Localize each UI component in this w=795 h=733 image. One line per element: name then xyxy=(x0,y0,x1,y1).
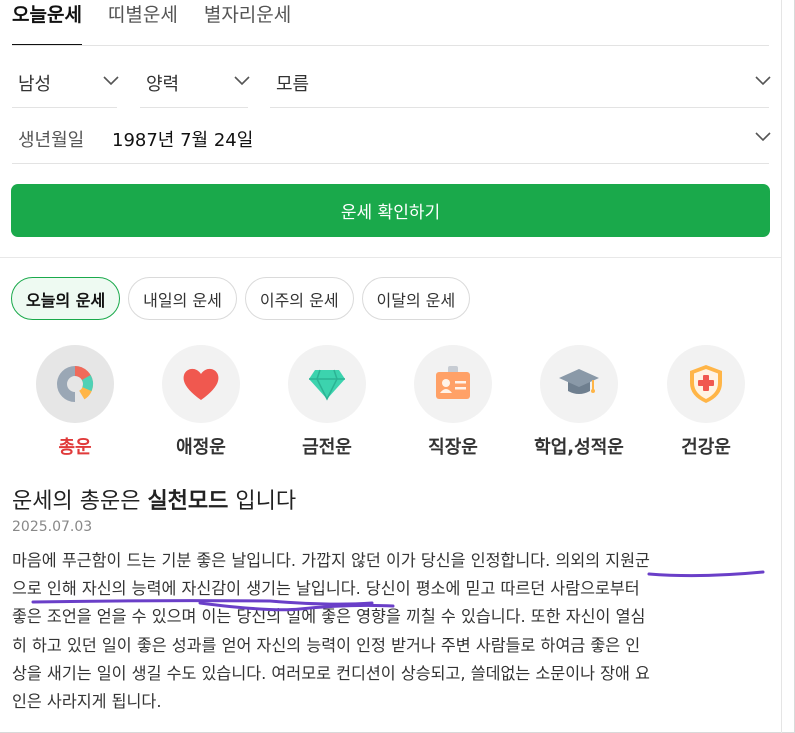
fortune-title: 운세의 총운은 실천모드 입니다 xyxy=(12,483,296,515)
category-overall[interactable]: 총운 xyxy=(15,345,135,459)
graduation-cap-icon xyxy=(540,345,618,423)
category-health[interactable]: 건강운 xyxy=(646,345,766,459)
body-line: 좋은 조언을 얻을 수 있으며 이는 당신의 일에 좋은 영향을 끼칠 수 있습… xyxy=(12,607,646,627)
chip-this-month[interactable]: 이달의 운세 xyxy=(361,277,471,320)
donut-chart-icon xyxy=(36,345,114,423)
category-career[interactable]: 직장운 xyxy=(393,345,513,459)
birth-time-select-value: 모름 xyxy=(276,73,310,95)
fortune-type-tabs: 오늘운세 띠별운세 별자리운세 xyxy=(12,0,291,46)
health-shield-icon xyxy=(667,345,745,423)
tab-zodiac-animal-fortune[interactable]: 띠별운세 xyxy=(108,0,178,46)
calendar-select-value: 양력 xyxy=(146,73,180,95)
category-label: 총운 xyxy=(58,437,92,458)
category-study[interactable]: 학업,성적운 xyxy=(519,345,639,459)
title-keyword: 실천모드 xyxy=(147,489,229,514)
gender-select[interactable]: 남성 xyxy=(12,58,119,108)
period-chips: 오늘의 운세 내일의 운세 이주의 운세 이달의 운세 xyxy=(11,277,471,320)
chevron-down-icon xyxy=(755,75,771,90)
body-line: 으로 인해 자신의 능력에 자신감이 생기는 날입니다. 당신이 평소에 믿고 … xyxy=(12,579,640,599)
tabs-divider xyxy=(12,45,769,46)
category-label: 학업,성적운 xyxy=(534,437,624,458)
birthdate-value: 1987년 7월 24일 xyxy=(112,129,254,151)
title-prefix: 운세의 총운은 xyxy=(12,489,148,514)
category-label: 애정운 xyxy=(176,437,226,458)
id-card-icon xyxy=(414,345,492,423)
chip-this-week[interactable]: 이주의 운세 xyxy=(244,277,354,320)
category-label: 금전운 xyxy=(302,437,352,458)
birth-time-select[interactable]: 모름 xyxy=(270,58,771,108)
category-label: 건강운 xyxy=(681,437,731,458)
title-suffix: 입니다 xyxy=(228,489,297,514)
body-line: 인은 사라지게 됩니다. xyxy=(12,692,162,712)
right-border xyxy=(781,0,782,733)
gender-select-value: 남성 xyxy=(18,73,52,95)
body-line: 마음에 푸근함이 드는 기분 좋은 날입니다. 가깝지 않던 이가 당신을 인정… xyxy=(12,551,650,570)
calendar-select[interactable]: 양력 xyxy=(140,58,250,108)
category-label: 직장운 xyxy=(428,437,478,458)
chip-tomorrow[interactable]: 내일의 운세 xyxy=(128,277,237,320)
category-money[interactable]: 금전운 xyxy=(267,345,387,459)
fortune-categories: 총운 애정운 금전운 직장운 학업,성적운 건강운 xyxy=(0,345,781,465)
gem-icon xyxy=(288,345,366,423)
fortune-date: 2025.07.03 xyxy=(12,519,93,535)
body-line: 상을 새기는 일이 생길 수도 있습니다. 여러모로 컨디션이 상승되고, 쓸데… xyxy=(12,663,650,683)
heart-icon xyxy=(162,345,240,423)
section-divider xyxy=(0,257,781,258)
body-line: 히 하고 있던 일이 좋은 성과를 얻어 자신의 능력이 인정 받거나 주변 사… xyxy=(12,635,641,655)
chevron-down-icon xyxy=(103,75,119,90)
tab-today-fortune[interactable]: 오늘운세 xyxy=(12,0,82,46)
birthdate-label: 생년월일 xyxy=(18,129,85,151)
tab-constellation-fortune[interactable]: 별자리운세 xyxy=(204,0,291,46)
chip-today[interactable]: 오늘의 운세 xyxy=(11,277,121,320)
fortune-body: 마음에 푸근함이 드는 기분 좋은 날입니다. 가깝지 않던 이가 당신을 인정… xyxy=(12,547,772,716)
check-fortune-button[interactable]: 운세 확인하기 xyxy=(11,184,770,237)
category-love[interactable]: 애정운 xyxy=(141,345,261,459)
birthdate-field[interactable]: 생년월일 1987년 7월 24일 xyxy=(12,114,771,164)
chevron-down-icon xyxy=(234,75,250,90)
chevron-down-icon xyxy=(755,131,771,146)
